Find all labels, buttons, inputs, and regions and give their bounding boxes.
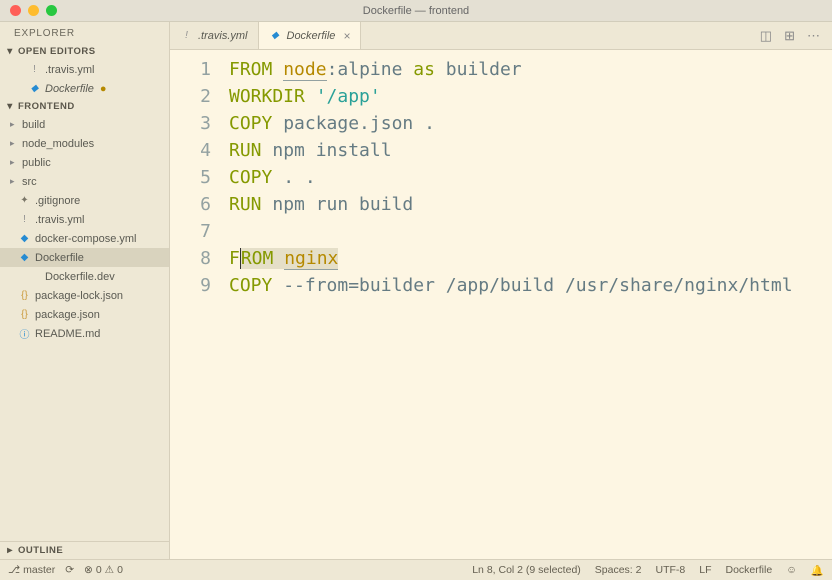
feedback-icon[interactable]: ☺ (786, 564, 797, 576)
tabbar-actions: ◫ ⊞ ⋯ (760, 22, 832, 49)
open-editors-section[interactable]: ▾ OPEN EDITORS (0, 43, 169, 60)
file-icon: ! (180, 29, 193, 42)
line-number: 4 (170, 137, 211, 164)
tab-label: .travis.yml (198, 30, 248, 42)
file-tree: ▸ build ▸ node_modules ▸ public ▸ src ✦ .gitignor… (0, 115, 169, 343)
file-name: package-lock.json (35, 290, 123, 302)
chevron-right-icon: ▸ (4, 545, 16, 556)
editor-tab[interactable]: ! .travis.yml (170, 22, 259, 49)
folder-item[interactable]: ▸ public (0, 153, 169, 172)
git-branch[interactable]: ⎇ master (8, 564, 55, 576)
file-icon: ! (18, 213, 31, 226)
file-name: docker-compose.yml (35, 233, 136, 245)
file-name: Dockerfile (45, 83, 94, 95)
file-name: package.json (35, 309, 100, 321)
minimize-window-button[interactable] (28, 5, 39, 16)
window-controls (0, 5, 57, 16)
window-title: Dockerfile — frontend (0, 5, 832, 17)
chevron-right-icon: ▸ (10, 176, 18, 187)
dirty-indicator: ● (100, 83, 107, 95)
file-item[interactable]: ⓘ README.md (0, 324, 169, 343)
eol[interactable]: LF (699, 564, 711, 576)
file-name: .travis.yml (45, 64, 95, 76)
folder-item[interactable]: ▸ src (0, 172, 169, 191)
line-number-gutter: 123456789 (170, 50, 225, 559)
file-icon: {} (18, 308, 31, 321)
file-icon: ⓘ (18, 327, 31, 340)
folder-item[interactable]: ▸ node_modules (0, 134, 169, 153)
close-window-button[interactable] (10, 5, 21, 16)
file-name: Dockerfile.dev (45, 271, 115, 283)
line-number: 2 (170, 83, 211, 110)
file-icon: ! (28, 63, 41, 76)
line-number: 8 (170, 245, 211, 272)
chevron-right-icon: ▸ (10, 119, 18, 130)
language-mode[interactable]: Dockerfile (726, 564, 773, 576)
folder-name: node_modules (22, 138, 94, 150)
file-item[interactable]: ◆ Dockerfile (0, 248, 169, 267)
file-icon: ◆ (18, 251, 31, 264)
file-item[interactable]: {} package.json (0, 305, 169, 324)
file-icon: ◆ (269, 29, 282, 42)
editor-area: ! .travis.yml ◆ Dockerfile × ◫ ⊞ ⋯ 123456789… (170, 22, 832, 559)
sync-button[interactable]: ⟳ (65, 564, 74, 576)
line-number: 1 (170, 56, 211, 83)
file-name: Dockerfile (35, 252, 84, 264)
line-number: 3 (170, 110, 211, 137)
layout-icon[interactable]: ⊞ (784, 28, 795, 44)
tab-label: Dockerfile (287, 30, 336, 42)
chevron-right-icon: ▸ (10, 138, 18, 149)
more-icon[interactable]: ⋯ (807, 28, 820, 44)
file-item[interactable]: ◆ docker-compose.yml (0, 229, 169, 248)
titlebar: Dockerfile — frontend (0, 0, 832, 22)
file-item[interactable]: ! .travis.yml (0, 210, 169, 229)
file-icon: {} (18, 289, 31, 302)
line-number: 6 (170, 191, 211, 218)
outline-section[interactable]: ▸ OUTLINE (0, 542, 169, 559)
problems[interactable]: ⊗ 0 ⚠ 0 (84, 564, 123, 576)
file-item[interactable]: Dockerfile.dev (0, 267, 169, 286)
cursor-position[interactable]: Ln 8, Col 2 (9 selected) (472, 564, 581, 576)
line-number: 7 (170, 218, 211, 245)
file-icon: ◆ (28, 82, 41, 95)
line-number: 9 (170, 272, 211, 299)
tabbar: ! .travis.yml ◆ Dockerfile × ◫ ⊞ ⋯ (170, 22, 832, 50)
encoding[interactable]: UTF-8 (655, 564, 685, 576)
folder-name: src (22, 176, 37, 188)
chevron-down-icon: ▾ (4, 46, 16, 57)
folder-name: build (22, 119, 45, 131)
outline-label: OUTLINE (18, 545, 63, 556)
file-item[interactable]: {} package-lock.json (0, 286, 169, 305)
open-editors-list: ! .travis.yml ◆ Dockerfile ● (0, 60, 169, 98)
maximize-window-button[interactable] (46, 5, 57, 16)
project-label: FRONTEND (18, 101, 75, 112)
file-icon: ◆ (18, 232, 31, 245)
open-editors-label: OPEN EDITORS (18, 46, 96, 57)
editor-tab[interactable]: ◆ Dockerfile × (259, 22, 362, 49)
chevron-right-icon: ▸ (10, 157, 18, 168)
sidebar: EXPLORER ▾ OPEN EDITORS ! .travis.yml ◆ Doc… (0, 22, 170, 559)
open-editor-item[interactable]: ◆ Dockerfile ● (0, 79, 169, 98)
file-icon (28, 270, 41, 283)
chevron-down-icon: ▾ (4, 101, 16, 112)
code-editor[interactable]: 123456789 FROM node:alpine as builder WO… (170, 50, 832, 559)
file-name: README.md (35, 328, 100, 340)
line-number: 5 (170, 164, 211, 191)
folder-name: public (22, 157, 51, 169)
statusbar: ⎇ master ⟳ ⊗ 0 ⚠ 0 Ln 8, Col 2 (9 select… (0, 559, 832, 580)
file-name: .travis.yml (35, 214, 85, 226)
file-item[interactable]: ✦ .gitignore (0, 191, 169, 210)
file-name: .gitignore (35, 195, 80, 207)
split-editor-icon[interactable]: ◫ (760, 28, 772, 44)
file-icon: ✦ (18, 194, 31, 207)
close-tab-icon[interactable]: × (343, 29, 350, 43)
explorer-header: EXPLORER (0, 22, 169, 43)
code-content[interactable]: FROM node:alpine as builder WORKDIR '/ap… (225, 50, 832, 559)
open-editor-item[interactable]: ! .travis.yml (0, 60, 169, 79)
notifications-icon[interactable]: 🔔 (811, 564, 824, 577)
indent-setting[interactable]: Spaces: 2 (595, 564, 642, 576)
folder-item[interactable]: ▸ build (0, 115, 169, 134)
project-section[interactable]: ▾ FRONTEND (0, 98, 169, 115)
